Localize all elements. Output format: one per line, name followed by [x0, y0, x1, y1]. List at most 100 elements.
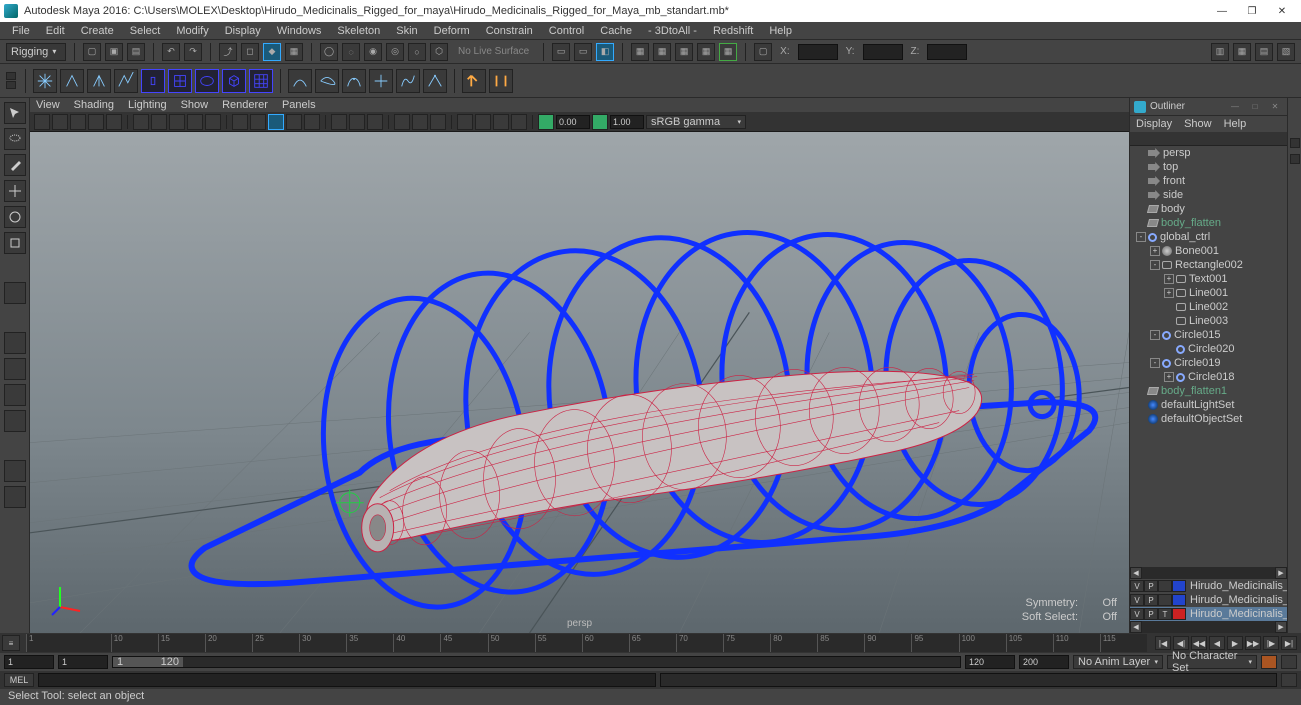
shelf-item-curve6-icon[interactable]: [423, 69, 447, 93]
shelf-item-hierarchy-icon[interactable]: [87, 69, 111, 93]
vp-shadows-icon[interactable]: [304, 114, 320, 130]
shelf-item-grid3-icon[interactable]: [249, 69, 273, 93]
minimize-button[interactable]: —: [1207, 0, 1237, 22]
outliner-menu-display[interactable]: Display: [1136, 118, 1172, 130]
outliner-hscroll[interactable]: ◀ ▶: [1130, 567, 1287, 579]
outliner-item-persp[interactable]: persp: [1130, 146, 1287, 160]
expand-icon[interactable]: +: [1164, 274, 1174, 284]
live-surface-icon[interactable]: ⬡: [430, 43, 448, 61]
playback-start-input[interactable]: 1: [58, 655, 108, 669]
shelf-item-curve5-icon[interactable]: [396, 69, 420, 93]
shelf-item-cube-icon[interactable]: [222, 69, 246, 93]
vp-2d-pan-icon[interactable]: [88, 114, 104, 130]
vp-gamma-icon[interactable]: [412, 114, 428, 130]
vpmenu-show[interactable]: Show: [181, 99, 209, 111]
paint-tool-icon[interactable]: [4, 154, 26, 176]
step-forward-icon[interactable]: ▶▶: [1245, 636, 1261, 650]
menu--3dtoall-[interactable]: - 3DtoAll -: [640, 25, 705, 37]
vp-xray-icon[interactable]: [349, 114, 365, 130]
shelf-item-snap-icon[interactable]: [33, 69, 57, 93]
layer-v-toggle[interactable]: V: [1130, 580, 1144, 592]
layout-custom-icon[interactable]: [4, 410, 26, 432]
shelf-item-curve2-icon[interactable]: [315, 69, 339, 93]
vp-exposure-input[interactable]: 0.00: [556, 115, 590, 129]
outliner-filter-strip[interactable]: [1130, 132, 1287, 146]
render-view-icon[interactable]: ◧: [596, 43, 614, 61]
outliner-item-line003[interactable]: Line003: [1130, 314, 1287, 328]
maximize-button[interactable]: ❐: [1237, 0, 1267, 22]
outliner-item-body[interactable]: body: [1130, 202, 1287, 216]
vp-grease-icon[interactable]: [106, 114, 122, 130]
vp-gamma-input[interactable]: 1.00: [610, 115, 644, 129]
vp-camera-select-icon[interactable]: [34, 114, 50, 130]
outliner-tree[interactable]: persptopfrontsidebodybody_flatten-global…: [1130, 146, 1287, 567]
rotate-tool-icon[interactable]: [4, 206, 26, 228]
outliner-item-circle020[interactable]: Circle020: [1130, 342, 1287, 356]
step-back-key-icon[interactable]: ◀|: [1173, 636, 1189, 650]
outliner-item-circle015[interactable]: -Circle015: [1130, 328, 1287, 342]
vpmenu-view[interactable]: View: [36, 99, 60, 111]
outliner-item-defaultlightset[interactable]: defaultLightSet: [1130, 398, 1287, 412]
vp-gamma-toggle-icon[interactable]: [592, 114, 608, 130]
time-slider[interactable]: ≡ 11015202530354045505560657075808590951…: [0, 633, 1301, 653]
expand-icon[interactable]: +: [1164, 288, 1174, 298]
scale-tool-icon[interactable]: [4, 232, 26, 254]
undo-icon[interactable]: ↶: [162, 43, 180, 61]
close-button[interactable]: ✕: [1267, 0, 1297, 22]
perspective-viewport[interactable]: persp Symmetry: Off Soft Select: Off: [30, 132, 1129, 633]
menu-file[interactable]: File: [4, 25, 38, 37]
outliner-maximize-button[interactable]: □: [1247, 100, 1263, 114]
shelf-item-vertex-icon[interactable]: [60, 69, 84, 93]
open-scene-icon[interactable]: ▣: [105, 43, 123, 61]
anim-layer-dropdown[interactable]: No Anim Layer▾: [1073, 655, 1163, 669]
snap-plane-icon[interactable]: ◎: [386, 43, 404, 61]
vp-ao-icon[interactable]: [493, 114, 509, 130]
sidebar-toggle-4-icon[interactable]: ▧: [1277, 43, 1295, 61]
layout-slot-a-icon[interactable]: [4, 460, 26, 482]
play-back-icon[interactable]: ◀: [1209, 636, 1225, 650]
outliner-item-bone001[interactable]: +Bone001: [1130, 244, 1287, 258]
menu-select[interactable]: Select: [122, 25, 169, 37]
layer-scroll-right-icon[interactable]: ▶: [1275, 621, 1287, 633]
layer-v-toggle[interactable]: V: [1130, 594, 1144, 606]
menu-deform[interactable]: Deform: [426, 25, 478, 37]
layer-p-toggle[interactable]: P: [1144, 580, 1158, 592]
playback-end-input[interactable]: 120: [965, 655, 1015, 669]
vp-motion-blur-icon[interactable]: [457, 114, 473, 130]
snap-view-icon[interactable]: ○: [408, 43, 426, 61]
transform-x-input[interactable]: [798, 44, 838, 60]
transform-z-input[interactable]: [927, 44, 967, 60]
menu-edit[interactable]: Edit: [38, 25, 73, 37]
outliner-item-line002[interactable]: Line002: [1130, 300, 1287, 314]
vp-aa-icon[interactable]: [511, 114, 527, 130]
render-globals-icon[interactable]: ▦: [719, 43, 737, 61]
vp-dof-icon[interactable]: [475, 114, 491, 130]
vp-bookmark-icon[interactable]: [52, 114, 68, 130]
outliner-item-front[interactable]: front: [1130, 174, 1287, 188]
shelf-item-face-icon[interactable]: [195, 69, 219, 93]
sidebar-toggle-3-icon[interactable]: ▤: [1255, 43, 1273, 61]
new-scene-icon[interactable]: ▢: [83, 43, 101, 61]
vp-exposure-icon[interactable]: [394, 114, 410, 130]
layout-slot-b-icon[interactable]: [4, 486, 26, 508]
display-layer-row[interactable]: VPHirudo_Medicinalis_Ri: [1130, 579, 1287, 593]
display-layer-row[interactable]: VPHirudo_Medicinalis_Ri: [1130, 593, 1287, 607]
shelf-item-single-icon[interactable]: [141, 69, 165, 93]
shelf-item-arrow1-icon[interactable]: [462, 69, 486, 93]
menu-create[interactable]: Create: [73, 25, 122, 37]
expand-icon[interactable]: +: [1164, 372, 1174, 382]
outliner-item-body_flatten[interactable]: body_flatten: [1130, 216, 1287, 230]
play-forward-icon[interactable]: ▶: [1227, 636, 1243, 650]
select-component-icon[interactable]: ◆: [263, 43, 281, 61]
construction-history-icon[interactable]: ▭: [552, 43, 570, 61]
snap-point-icon[interactable]: ◉: [364, 43, 382, 61]
menu-help[interactable]: Help: [761, 25, 800, 37]
step-forward-key-icon[interactable]: |▶: [1263, 636, 1279, 650]
redo-icon[interactable]: ↷: [184, 43, 202, 61]
select-object-icon[interactable]: ◻: [241, 43, 259, 61]
expand-icon[interactable]: -: [1136, 232, 1146, 242]
layer-v-toggle[interactable]: V: [1130, 608, 1144, 620]
layer-p-toggle[interactable]: P: [1144, 594, 1158, 606]
outliner-item-side[interactable]: side: [1130, 188, 1287, 202]
outliner-item-global_ctrl[interactable]: -global_ctrl: [1130, 230, 1287, 244]
